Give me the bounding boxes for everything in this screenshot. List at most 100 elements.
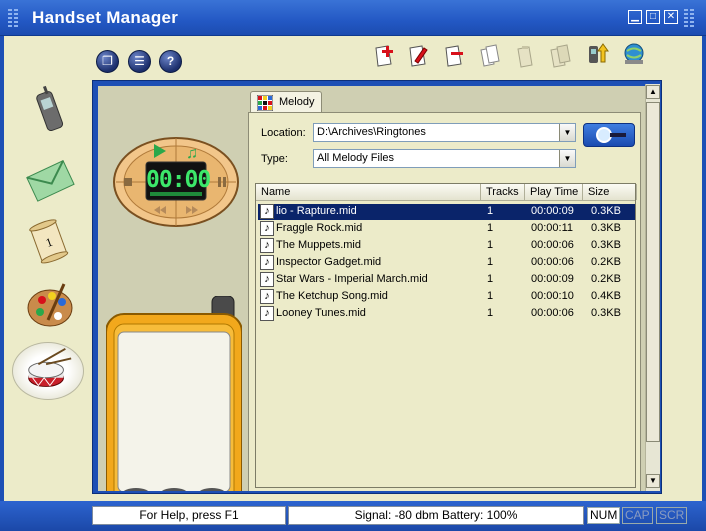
cell-size: 0.3KB: [591, 205, 621, 217]
status-scr-indicator: SCR: [656, 507, 688, 524]
web-sync-icon[interactable]: [622, 42, 646, 66]
column-header-play-time[interactable]: Play Time: [525, 184, 583, 200]
column-header-name[interactable]: Name: [256, 184, 481, 200]
melody-nav-icon[interactable]: [12, 342, 84, 400]
minimize-button[interactable]: ▁: [628, 10, 642, 24]
type-combo[interactable]: All Melody Files ▼: [313, 149, 576, 168]
cell-tracks: 1: [487, 222, 494, 234]
cell-size: 0.3KB: [591, 239, 621, 251]
cell-tracks: 1: [487, 256, 494, 268]
cell-name: Star Wars - Imperial March.mid: [276, 273, 428, 285]
location-combo[interactable]: D:\Archives\Ringtones ▼: [313, 123, 576, 142]
client-area: ❐ ☰ ? 1 ♫ 00:00 Melody Location: D:\Arch…: [4, 36, 702, 501]
melody-file-list[interactable]: Name Tracks Play Time Size ♪ lio - Raptur…: [255, 183, 637, 488]
cell-tracks: 1: [487, 205, 494, 217]
cell-tracks: 1: [487, 239, 494, 251]
table-row[interactable]: ♪ Inspector Gadget.mid 1 00:00:06 0.2KB: [258, 255, 635, 271]
column-header-tracks[interactable]: Tracks: [481, 184, 525, 200]
table-row[interactable]: ♪ The Muppets.mid 1 00:00:06 0.3KB: [258, 238, 635, 254]
cell-name: lio - Rapture.mid: [276, 205, 357, 217]
cell-time: 00:00:11: [531, 222, 574, 234]
tab-label: Melody: [279, 96, 315, 108]
cell-name: The Ketchup Song.mid: [276, 290, 388, 302]
clipboard-icon[interactable]: [548, 44, 572, 68]
music-note-icon: ♪: [260, 221, 274, 236]
status-cap-indicator: CAP: [622, 507, 653, 524]
list-header: Name Tracks Play Time Size: [256, 184, 637, 201]
browse-button[interactable]: [583, 123, 635, 147]
cell-time: 00:00:06: [531, 239, 574, 251]
cell-size: 0.4KB: [591, 290, 621, 302]
palette-nav-icon[interactable]: [18, 278, 82, 334]
music-note-icon: ♪: [260, 306, 274, 321]
main-panel-frame: ♫ 00:00 Melody Location: D:\Archives\Rin…: [92, 80, 662, 494]
table-row[interactable]: ♪ Looney Tunes.mid 1 00:00:06 0.3KB: [258, 306, 635, 322]
help-button[interactable]: ?: [159, 50, 182, 73]
location-label: Location:: [261, 127, 306, 139]
phone-preview: [106, 296, 242, 491]
column-header-size[interactable]: Size: [583, 184, 637, 200]
music-note-icon: ♪: [260, 289, 274, 304]
type-value: All Melody Files: [317, 152, 395, 164]
table-row[interactable]: ♪ Star Wars - Imperial March.mid 1 00:00:09…: [258, 272, 635, 288]
new-doc-button[interactable]: ❐: [96, 50, 119, 73]
title-bar[interactable]: Handset Manager ▁ □ ✕: [0, 0, 706, 36]
table-row[interactable]: ♪ Fraggle Rock.mid 1 00:00:11 0.3KB: [258, 221, 635, 237]
panel-scrollbar[interactable]: ▲ ▼: [645, 84, 660, 491]
title-grip: [684, 9, 688, 27]
maximize-button[interactable]: □: [646, 10, 660, 24]
chevron-down-icon[interactable]: ▼: [559, 124, 575, 141]
cell-time: 00:00:06: [531, 307, 574, 319]
remove-file-icon[interactable]: [442, 44, 466, 68]
cell-size: 0.2KB: [591, 256, 621, 268]
paste-file-icon[interactable]: [514, 44, 538, 68]
music-note-icon: ♪: [260, 255, 274, 270]
status-bar: For Help, press F1 Signal: -80 dbm Batte…: [0, 501, 706, 531]
edit-file-icon[interactable]: [406, 44, 430, 68]
cell-time: 00:00:10: [531, 290, 574, 302]
title-grip: [8, 9, 12, 27]
table-row[interactable]: ♪ lio - Rapture.mid 1 00:00:09 0.3KB: [258, 204, 635, 220]
cell-time: 00:00:09: [531, 205, 574, 217]
music-note-icon: ♪: [260, 272, 274, 287]
status-help-text: For Help, press F1: [92, 506, 286, 525]
cell-size: 0.3KB: [591, 222, 621, 234]
help-icon: ?: [166, 54, 175, 68]
tab-melody[interactable]: Melody: [250, 91, 322, 113]
add-file-icon[interactable]: [372, 44, 396, 68]
close-button[interactable]: ✕: [664, 10, 678, 24]
scroll-nav-icon[interactable]: 1: [18, 214, 82, 270]
player-time-display: 00:00: [146, 167, 211, 193]
handset-nav-icon[interactable]: [18, 84, 82, 140]
melody-tab-body: Location: D:\Archives\Ringtones ▼ Type: …: [248, 112, 641, 491]
window-title: Handset Manager: [32, 8, 179, 27]
list-view-button[interactable]: ☰: [128, 50, 151, 73]
scroll-up-arrow[interactable]: ▲: [646, 85, 660, 99]
chevron-down-icon[interactable]: ▼: [559, 150, 575, 167]
status-num-indicator: NUM: [587, 507, 621, 524]
cell-size: 0.2KB: [591, 273, 621, 285]
location-value: D:\Archives\Ringtones: [317, 126, 426, 138]
scroll-thumb[interactable]: [646, 102, 660, 442]
cell-size: 0.3KB: [591, 307, 621, 319]
magnifier-icon: [596, 127, 626, 143]
title-grip: [14, 9, 18, 27]
status-signal-battery: Signal: -80 dbm Battery: 100%: [288, 506, 584, 525]
copy-file-icon[interactable]: [478, 44, 502, 68]
scroll-down-arrow[interactable]: ▼: [646, 474, 660, 488]
main-panel: ♫ 00:00 Melody Location: D:\Archives\Rin…: [98, 86, 645, 491]
stop-icon[interactable]: [124, 178, 132, 186]
cell-name: The Muppets.mid: [276, 239, 361, 251]
table-row[interactable]: ♪ The Ketchup Song.mid 1 00:00:10 0.4KB: [258, 289, 635, 305]
cell-name: Inspector Gadget.mid: [276, 256, 382, 268]
cell-name: Looney Tunes.mid: [276, 307, 366, 319]
pause-icon[interactable]: [218, 177, 221, 187]
cell-tracks: 1: [487, 273, 494, 285]
cell-time: 00:00:09: [531, 273, 574, 285]
list-icon: ☰: [134, 54, 145, 68]
document-icon: ❐: [102, 54, 113, 68]
upload-phone-icon[interactable]: [586, 42, 610, 66]
cell-time: 00:00:06: [531, 256, 574, 268]
music-note-icon: ♪: [260, 238, 274, 253]
message-nav-icon[interactable]: [18, 152, 82, 208]
